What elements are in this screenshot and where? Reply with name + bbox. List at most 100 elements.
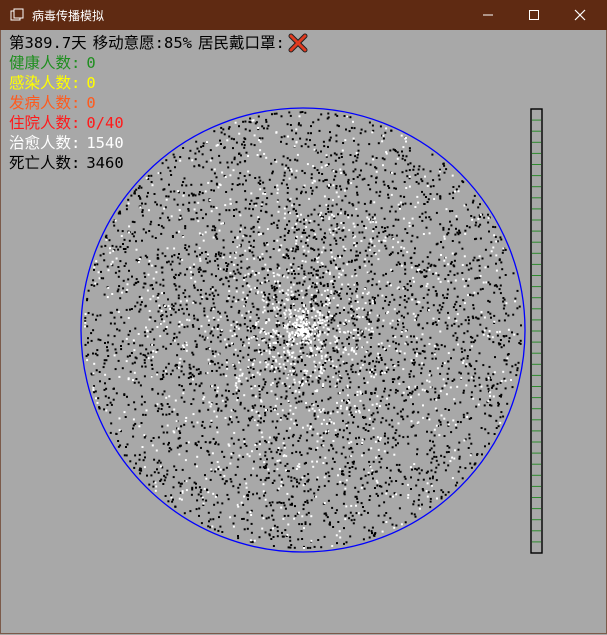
cured-person-dot [95, 397, 97, 400]
dead-person-dot [467, 379, 470, 382]
dead-person-dot [347, 214, 349, 217]
dead-person-dot [377, 142, 380, 145]
cured-person-dot [278, 362, 281, 365]
dead-person-dot [394, 432, 397, 435]
dead-person-dot [195, 243, 198, 246]
dead-person-dot [340, 188, 343, 191]
dead-person-dot [239, 401, 242, 404]
dead-person-dot [466, 412, 469, 415]
dead-person-dot [489, 404, 491, 407]
cured-person-dot [178, 320, 181, 323]
dead-person-dot [467, 322, 470, 325]
dead-person-dot [375, 492, 378, 495]
dead-person-dot [417, 168, 420, 171]
dead-person-dot [287, 475, 290, 478]
dead-person-dot [306, 501, 309, 504]
dead-person-dot [435, 455, 438, 458]
dead-person-dot [327, 398, 330, 401]
dead-person-dot [157, 224, 160, 226]
dead-person-dot [271, 514, 274, 517]
dead-person-dot [404, 295, 406, 297]
dead-person-dot [111, 343, 114, 346]
dead-person-dot [392, 436, 395, 439]
dead-person-dot [192, 398, 195, 401]
cured-person-dot [255, 410, 258, 413]
dead-person-dot [248, 240, 251, 243]
cured-person-dot [276, 468, 279, 471]
dead-person-dot [487, 387, 490, 390]
cured-person-dot [289, 427, 292, 430]
dead-person-dot [346, 462, 349, 464]
cured-person-dot [463, 302, 466, 305]
dead-person-dot [460, 323, 463, 326]
dead-person-dot [162, 370, 165, 373]
dead-person-dot [468, 437, 471, 440]
cured-person-dot [353, 283, 356, 286]
cured-person-dot [396, 349, 398, 352]
cured-person-dot [306, 370, 309, 373]
dead-person-dot [280, 449, 283, 452]
cured-person-dot [344, 349, 347, 351]
cured-person-dot [292, 322, 295, 325]
dead-person-dot [292, 467, 295, 470]
dead-person-dot [217, 443, 220, 446]
dead-person-dot [452, 348, 455, 351]
cured-person-dot [273, 308, 276, 311]
cured-person-dot [316, 432, 319, 435]
cured-person-dot [367, 328, 370, 331]
cured-person-dot [439, 390, 442, 393]
dead-person-dot [363, 382, 366, 384]
dead-person-dot [327, 295, 330, 298]
cured-person-dot [293, 517, 296, 520]
dead-person-dot [406, 435, 409, 438]
dead-person-dot [370, 336, 373, 339]
dead-person-dot [340, 152, 343, 155]
cured-person-dot [347, 283, 350, 286]
cured-person-dot [345, 408, 348, 411]
cured-person-dot [276, 306, 279, 309]
cured-person-dot [110, 263, 113, 266]
dead-person-dot [210, 180, 213, 183]
dead-person-dot [442, 228, 445, 231]
cured-person-dot [484, 266, 487, 269]
dead-person-dot [341, 473, 343, 476]
dead-person-dot [170, 313, 173, 316]
cured-person-dot [268, 350, 271, 353]
cured-person-dot [235, 251, 238, 254]
dead-person-dot [275, 451, 278, 454]
cured-person-dot [220, 329, 223, 332]
cured-person-dot [286, 276, 289, 279]
dead-person-dot [477, 317, 480, 320]
dead-person-dot [368, 529, 370, 532]
cured-person-dot [235, 325, 238, 328]
dead-person-dot [234, 410, 237, 413]
cured-person-dot [296, 324, 299, 327]
dead-person-dot [305, 254, 308, 257]
cured-person-dot [355, 152, 358, 155]
cured-person-dot [412, 276, 415, 279]
dead-person-dot [490, 316, 492, 319]
dead-person-dot [385, 296, 388, 298]
cured-person-dot [320, 357, 323, 360]
dead-person-dot [410, 341, 413, 343]
cured-person-dot [439, 280, 442, 283]
cured-person-dot [402, 287, 405, 290]
dead-person-dot [213, 189, 215, 192]
dead-person-dot [434, 290, 437, 293]
dead-person-dot [333, 279, 336, 282]
dead-person-dot [140, 403, 143, 406]
cured-person-dot [395, 493, 398, 496]
dead-person-dot [257, 420, 260, 423]
dead-person-dot [489, 378, 492, 381]
dead-person-dot [306, 244, 309, 247]
cured-person-dot [413, 463, 416, 466]
dead-person-dot [157, 257, 160, 260]
cured-person-dot [332, 440, 335, 442]
dead-person-dot [370, 255, 373, 258]
dead-person-dot [368, 143, 371, 146]
dead-person-dot [498, 258, 501, 261]
dead-person-dot [416, 468, 418, 471]
cured-person-dot [120, 235, 123, 237]
dead-person-dot [456, 336, 459, 339]
dead-person-dot [440, 241, 442, 243]
